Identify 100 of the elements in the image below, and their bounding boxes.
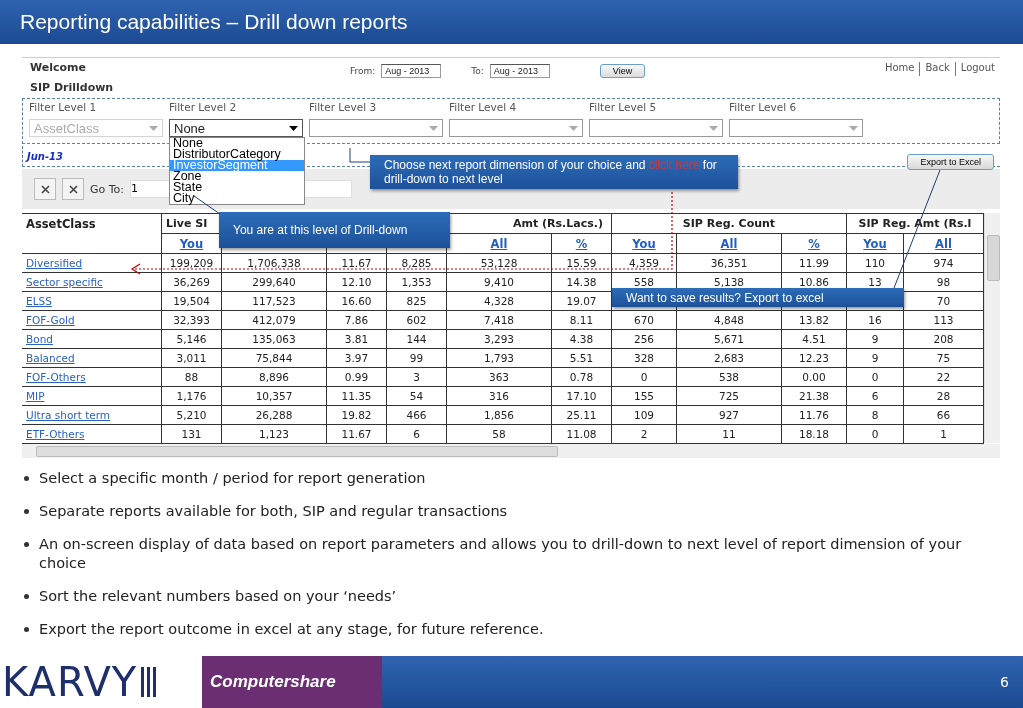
table-cell: 70: [936, 295, 951, 307]
asset-class-link[interactable]: MIP: [26, 390, 45, 402]
asset-class-link[interactable]: FOF-Gold: [26, 314, 75, 326]
close-button[interactable]: [34, 178, 56, 200]
dropdown-option[interactable]: City: [170, 193, 304, 204]
caret-icon: [569, 125, 578, 131]
export-button[interactable]: Export to Excel: [907, 154, 994, 170]
asset-class-link[interactable]: ELSS: [26, 295, 52, 307]
asset-class-link[interactable]: ETF-Others: [26, 428, 85, 440]
filter-dropdown[interactable]: [449, 119, 583, 137]
page-title: SIP Drilldown: [30, 81, 115, 94]
table-cell: 466: [406, 409, 427, 421]
table-cell: 13.82: [798, 314, 830, 326]
view-button[interactable]: View: [599, 64, 646, 78]
dropdown-option[interactable]: Zone: [170, 171, 304, 182]
asset-class-link[interactable]: Sector specific: [26, 276, 103, 288]
asset-class-link[interactable]: FOF-Others: [26, 371, 86, 383]
table-cell: 14.38: [566, 276, 597, 288]
to-label: To:: [471, 66, 484, 76]
table-cell: 11.99: [798, 257, 830, 269]
table-cell: 725: [718, 390, 739, 402]
table-cell: 558: [633, 276, 654, 288]
table-cell: 256: [633, 333, 654, 345]
sort-link[interactable]: All: [935, 236, 952, 251]
table-cell: 54: [409, 390, 424, 402]
filter-dropdown[interactable]: [309, 119, 443, 137]
caret-icon: [709, 125, 718, 131]
page-number: 6: [1000, 674, 1009, 690]
table-cell: 19.07: [566, 295, 597, 307]
table-cell: 16.60: [341, 295, 372, 307]
table-cell: 19.82: [341, 409, 372, 421]
table-cell: 131: [181, 428, 202, 440]
table-cell: 2: [640, 428, 648, 440]
asset-class-link[interactable]: Ultra short term: [26, 409, 111, 421]
vertical-scrollbar[interactable]: [984, 213, 1000, 443]
asset-class-link[interactable]: Diversified: [26, 257, 83, 269]
table-cell: 5.51: [569, 352, 594, 364]
sort-link[interactable]: You: [179, 236, 204, 251]
sort-link[interactable]: All: [490, 236, 508, 251]
table-cell: 412,079: [252, 314, 296, 326]
table-cell: 15.59: [566, 257, 597, 269]
table-cell: 11.67: [341, 428, 372, 440]
table-cell: 7.86: [344, 314, 369, 326]
table-cell: 1,706,338: [247, 257, 301, 269]
table-cell: 16: [868, 314, 882, 326]
table-cell: 6: [871, 390, 879, 402]
table-cell: 36,351: [710, 257, 748, 269]
horizontal-scrollbar[interactable]: [22, 444, 1000, 458]
table-cell: 4.51: [802, 333, 826, 345]
leader-line: [193, 195, 221, 215]
sort-link[interactable]: All: [720, 236, 738, 251]
table-cell: 5,671: [713, 333, 745, 345]
nav-link[interactable]: Logout: [954, 62, 1000, 76]
table-cell: 19,504: [173, 295, 210, 307]
nav-link[interactable]: Home: [879, 62, 920, 76]
table-cell: 1,856: [483, 409, 515, 421]
table-cell: 328: [633, 352, 654, 364]
sort-link[interactable]: %: [808, 236, 820, 251]
table-cell: 316: [488, 390, 509, 402]
table-cell: 602: [406, 314, 427, 326]
sort-link[interactable]: %: [575, 236, 588, 251]
from-field[interactable]: Aug - 2013: [381, 64, 442, 78]
table-cell: 1,176: [176, 390, 207, 402]
table-cell: 0.00: [802, 371, 826, 383]
partner-name: Computershare: [210, 672, 336, 692]
asset-class-link[interactable]: Balanced: [26, 352, 75, 364]
dropdown-option[interactable]: None: [170, 138, 304, 149]
table-cell: 10,357: [255, 390, 293, 402]
table-cell: 98: [936, 276, 951, 288]
caret-icon: [289, 125, 298, 131]
table-cell: 1: [940, 428, 947, 440]
asset-class-link[interactable]: Bond: [26, 333, 53, 345]
dropdown-option[interactable]: State: [170, 182, 304, 193]
table-cell: 117,523: [252, 295, 296, 307]
table-cell: 11: [722, 428, 736, 440]
table-cell: 199,209: [169, 257, 214, 269]
sort-link[interactable]: You: [632, 236, 656, 251]
sort-link[interactable]: You: [863, 236, 887, 251]
table-cell: 28: [936, 390, 951, 402]
filter-dropdown[interactable]: [729, 119, 863, 137]
nav-link[interactable]: Back: [919, 62, 955, 76]
logo-text: KARVY: [2, 659, 138, 705]
table-cell: 110: [864, 257, 885, 269]
table-cell: 21.38: [798, 390, 830, 402]
table-cell: 9: [871, 333, 879, 345]
table-cell: 670: [633, 314, 654, 326]
table-cell: 26,288: [255, 409, 293, 421]
close-icon: [68, 184, 78, 194]
table-cell: 3,293: [483, 333, 515, 345]
table-cell: 5,146: [176, 333, 207, 345]
to-field[interactable]: Aug - 2013: [489, 64, 550, 78]
table-cell: 12.10: [341, 276, 372, 288]
close-button[interactable]: [62, 178, 84, 200]
table-cell: 13: [868, 276, 882, 288]
filter-dropdown[interactable]: [589, 119, 723, 137]
table-cell: 927: [718, 409, 739, 421]
table-cell: 144: [406, 333, 427, 345]
close-icon: [40, 184, 50, 194]
dropdown-option[interactable]: DistributorCategory: [170, 149, 304, 160]
table-cell: 0.99: [344, 371, 369, 383]
